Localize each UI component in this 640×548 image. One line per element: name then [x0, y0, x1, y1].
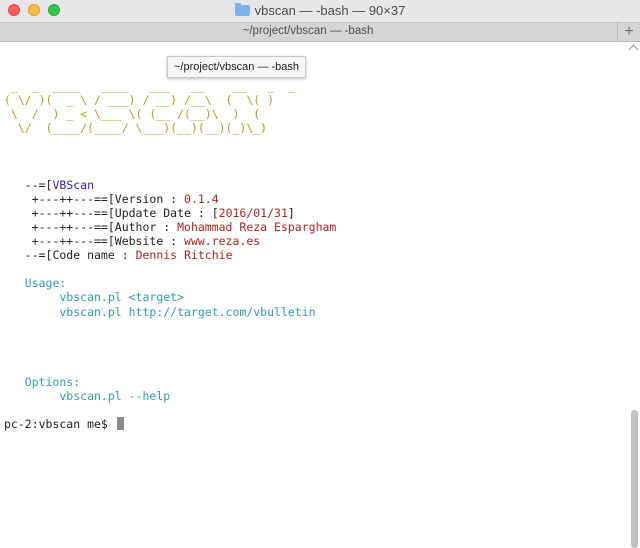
ascii-banner-line: ( \/ )( _ \ / ___) / __) /__\ ( \( ) [4, 93, 275, 108]
version-value: 0.1.4 [184, 191, 219, 206]
new-tab-button[interactable]: + [617, 22, 640, 42]
website-line: +---++---==[Website : www.reza.es [4, 234, 261, 249]
title-bar[interactable]: vbscan — -bash — 90×37 [0, 0, 640, 22]
version-line: +---++---==[Version : 0.1.4 [4, 191, 219, 206]
ascii-banner-line: \ / ) _ < \___ \( (__ /(__)\ ) ( [4, 107, 261, 122]
author-line: +---++---==[Author : Mohammad Reza Espar… [4, 219, 337, 234]
ascii-banner-line: _ _ ____ ____ ___ __ __ _ _ [4, 79, 302, 93]
tool-name: VBScan [52, 177, 95, 192]
usage-heading: Usage: [4, 276, 67, 291]
usage-line: vbscan.pl http://target.com/vbulletin [4, 304, 316, 319]
text-cursor [116, 417, 124, 431]
tab-bar: ~/project/vbscan — -bash + [0, 22, 640, 42]
codename-line: --=[Code name : Dennis Ritchie [4, 248, 233, 263]
window-title: vbscan — -bash — 90×37 [0, 3, 640, 18]
scroll-up-arrow-icon[interactable] [628, 44, 639, 55]
folder-icon [234, 3, 250, 16]
author-value: Mohammad Reza Espargham [177, 219, 337, 234]
window-title-text: vbscan — -bash — 90×37 [254, 3, 406, 18]
options-line: vbscan.pl --help [4, 389, 171, 404]
tab-tooltip: ~/project/vbscan — -bash [167, 56, 307, 78]
codename-value: Dennis Ritchie [135, 248, 233, 263]
tab-terminal[interactable]: ~/project/vbscan — -bash [0, 25, 616, 37]
usage-line: vbscan.pl <target> [4, 290, 185, 305]
terminal-output[interactable]: _ _ ____ ____ ___ __ __ _ _ ( \/ )( _ \ … [4, 79, 336, 431]
ascii-banner-line: \/ (____/(____/ \___)(__)(__)(_)\_) [4, 121, 268, 136]
shell-prompt: pc-2:vbscan me$ [4, 417, 115, 432]
update-date-value: 2016/01/31 [218, 205, 288, 220]
options-heading: Options: [4, 374, 81, 389]
scrollbar-thumb[interactable] [631, 410, 638, 548]
update-date-line: +---++---==[Update Date : [2016/01/31] [4, 205, 295, 220]
vbscan-line: --=[VBScan [4, 177, 95, 192]
website-value: www.reza.es [184, 234, 261, 249]
